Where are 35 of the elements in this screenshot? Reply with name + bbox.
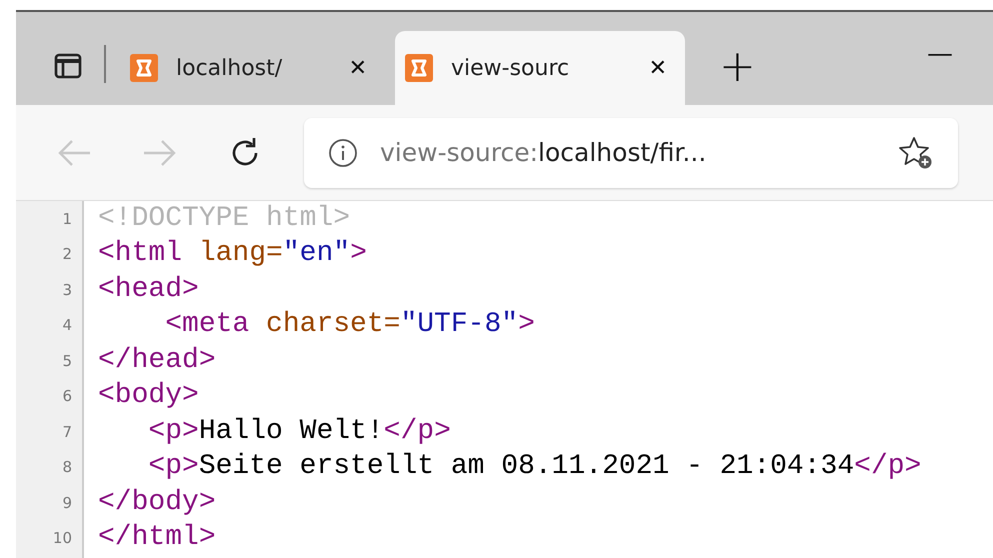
favicon-icon <box>405 54 433 82</box>
source-line: <head> <box>98 276 199 304</box>
source-line: <body> <box>98 382 199 410</box>
line-number: 8 <box>16 450 84 485</box>
source-line: </head> <box>98 346 216 375</box>
line-number: 2 <box>16 236 84 272</box>
info-icon[interactable] <box>328 138 358 168</box>
line-number: 3 <box>16 272 84 308</box>
source-line: <p>Hallo Welt!</p> <box>147 418 451 446</box>
minimize-button[interactable]: — <box>927 39 953 69</box>
url-text: view-source:localhost/fir... <box>380 138 706 167</box>
browser-tab[interactable]: localhost/ ✕ <box>120 31 385 105</box>
line-number: 9 <box>16 485 84 520</box>
tab-title: view-sourc <box>451 56 570 80</box>
line-number: 1 <box>16 201 84 236</box>
line-number: 6 <box>16 378 84 414</box>
close-button[interactable]: ✕ <box>648 56 667 80</box>
source-line: <meta charset="UTF-8"> <box>164 311 535 340</box>
favicon-icon <box>130 54 158 82</box>
source-line: </html> <box>98 524 216 552</box>
tab-actions-icon[interactable] <box>54 53 82 79</box>
close-button[interactable]: ✕ <box>348 56 367 80</box>
source-line: <!DOCTYPE html> <box>98 204 350 233</box>
tab-title: localhost/ <box>176 56 284 80</box>
line-number: 4 <box>16 308 84 343</box>
line-number: 10 <box>16 520 84 556</box>
source-line: </body> <box>98 488 216 517</box>
address-bar[interactable]: view-source:localhost/fir... <box>304 118 958 188</box>
source-line: <html lang="en"> <box>98 240 367 268</box>
line-number: 7 <box>16 414 84 450</box>
add-favorite-icon[interactable] <box>898 136 934 170</box>
line-number: 5 <box>16 343 84 378</box>
source-line: <p>Seite erstellt am 08.11.2021 - 21:04:34</p> <box>147 453 922 482</box>
new-tab-button[interactable]: + <box>719 45 756 89</box>
browser-tab[interactable]: view-sourc ✕ <box>395 31 685 105</box>
